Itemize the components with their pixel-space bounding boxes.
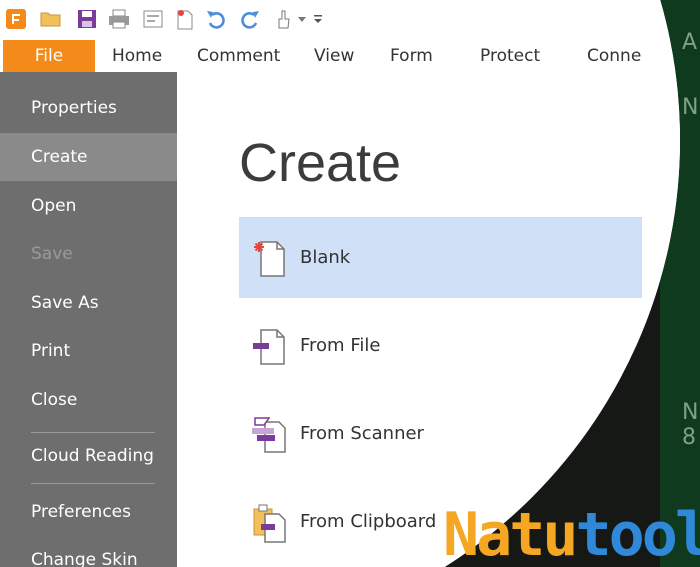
redo-icon[interactable] bbox=[238, 8, 260, 30]
open-folder-icon[interactable] bbox=[40, 8, 62, 30]
customize-toolbar-icon[interactable] bbox=[312, 8, 324, 30]
clipboard-icon bbox=[249, 500, 293, 544]
blank-document-icon bbox=[249, 236, 293, 280]
ribbon-tabs: File Home Comment View Form Protect Conn… bbox=[0, 40, 680, 73]
page-title: Create bbox=[239, 133, 402, 193]
sidebar-item-change-skin[interactable]: Change Skin bbox=[0, 536, 177, 567]
sidebar-item-close[interactable]: Close bbox=[0, 376, 177, 424]
tab-home[interactable]: Home bbox=[112, 40, 162, 72]
sidebar-item-print[interactable]: Print bbox=[0, 327, 177, 375]
backstage-sidebar: Properties Create Open Save Save As Prin… bbox=[0, 72, 177, 567]
option-from-clipboard-label: From Clipboard bbox=[300, 511, 437, 532]
new-document-icon[interactable] bbox=[174, 8, 196, 30]
save-icon[interactable] bbox=[76, 8, 98, 30]
watermark-part2: tool bbox=[575, 500, 700, 567]
from-file-icon bbox=[249, 324, 293, 368]
sidebar-item-save-as[interactable]: Save As bbox=[0, 279, 177, 327]
tab-file[interactable]: File bbox=[3, 40, 95, 72]
sidebar-item-open[interactable]: Open bbox=[0, 182, 177, 230]
sidebar-item-preferences[interactable]: Preferences bbox=[0, 488, 177, 536]
sidebar-divider bbox=[31, 483, 155, 484]
app-logo-icon[interactable] bbox=[6, 9, 26, 29]
option-blank[interactable]: Blank bbox=[239, 218, 642, 298]
scanner-icon bbox=[249, 412, 293, 456]
sidebar-item-properties[interactable]: Properties bbox=[0, 84, 177, 132]
edge-glyph: N bbox=[682, 400, 699, 425]
sidebar-item-cloud-reading[interactable]: Cloud Reading bbox=[0, 432, 177, 480]
option-from-scanner-label: From Scanner bbox=[300, 423, 424, 444]
edge-glyph: 8 bbox=[682, 425, 696, 450]
dropdown-arrow-icon[interactable] bbox=[296, 8, 308, 30]
sidebar-item-save: Save bbox=[31, 244, 73, 264]
tab-protect[interactable]: Protect bbox=[480, 40, 540, 72]
option-from-file[interactable]: From File bbox=[239, 306, 642, 386]
undo-icon[interactable] bbox=[206, 8, 228, 30]
properties-icon[interactable] bbox=[142, 8, 164, 30]
edge-glyph: A bbox=[682, 30, 698, 55]
option-blank-label: Blank bbox=[300, 247, 351, 268]
option-from-file-label: From File bbox=[300, 335, 381, 356]
watermark-logo: Natutool bbox=[443, 500, 700, 567]
quick-access-toolbar bbox=[0, 0, 680, 40]
edge-glyph: N bbox=[682, 95, 699, 120]
hand-tool-icon[interactable] bbox=[272, 8, 294, 30]
tab-form[interactable]: Form bbox=[390, 40, 433, 72]
tab-connect[interactable]: Conne bbox=[587, 40, 641, 72]
screen: A N N 8 File Home Comment View Form Prot… bbox=[0, 0, 700, 567]
print-icon[interactable] bbox=[108, 8, 130, 30]
sidebar-item-create[interactable]: Create bbox=[0, 133, 177, 181]
tab-view[interactable]: View bbox=[314, 40, 354, 72]
tab-comment[interactable]: Comment bbox=[197, 40, 280, 72]
watermark-part1: Natu bbox=[443, 500, 578, 567]
